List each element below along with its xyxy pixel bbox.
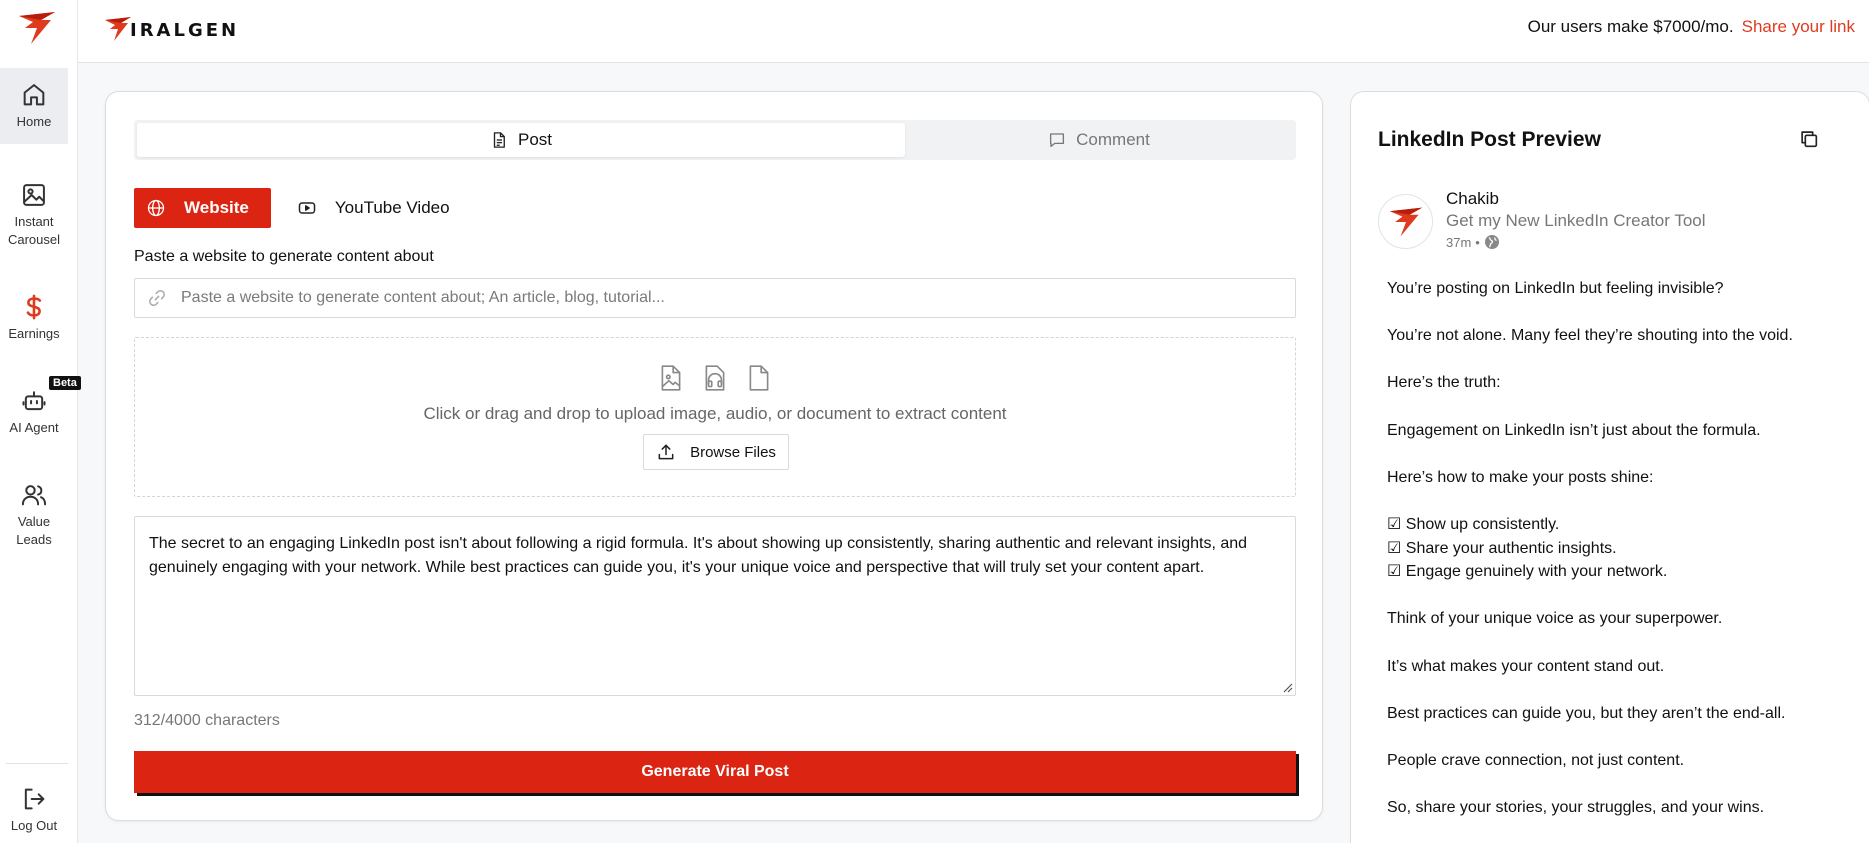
resize-handle-icon[interactable] xyxy=(1281,681,1293,693)
viralgen-avatar-icon xyxy=(1389,207,1422,236)
comment-icon xyxy=(1050,133,1065,148)
document-file-icon xyxy=(749,365,769,391)
brand-name: IRALGEN xyxy=(130,20,240,41)
home-icon xyxy=(23,84,45,106)
source-type-selector: Website YouTube Video xyxy=(134,188,472,228)
image-file-icon xyxy=(661,365,681,391)
logout-button[interactable]: Log Out xyxy=(0,776,68,843)
sidebar-item-label: Instant Carousel xyxy=(7,214,61,247)
post-meta: 37m • xyxy=(1446,234,1500,250)
post-body: You’re posting on LinkedIn but feeling i… xyxy=(1387,277,1849,820)
sidebar-item-instant-carousel[interactable]: Instant Carousel xyxy=(0,170,68,260)
sidebar-divider xyxy=(6,763,68,764)
source-website-button[interactable]: Website xyxy=(134,188,271,228)
author-headline: Get my New LinkedIn Creator Tool xyxy=(1446,211,1706,230)
dropzone-instructions: Click or drag and drop to upload image, … xyxy=(423,404,1007,423)
post-line: People crave connection, not just conten… xyxy=(1387,751,1685,769)
sidebar-item-home[interactable]: Home xyxy=(0,68,68,144)
browse-files-label: Browse Files xyxy=(690,443,776,461)
topbar-promo: Our users make $7000/mo. Share your link xyxy=(1528,17,1855,37)
youtube-icon xyxy=(298,202,316,214)
post-line: Here’s how to make your posts shine: xyxy=(1387,468,1654,486)
website-input-box xyxy=(134,278,1296,318)
post-line: ☑ Show up consistently. xyxy=(1387,515,1560,533)
tab-label: Post xyxy=(517,130,553,149)
upload-icon xyxy=(658,444,674,460)
post-line: So, share your stories, your struggles, … xyxy=(1387,799,1765,817)
sidebar-item-label: Value Leads xyxy=(16,514,52,547)
tab-post[interactable]: Post xyxy=(137,123,905,157)
generate-viral-post-button[interactable]: Generate Viral Post xyxy=(134,751,1296,793)
logout-icon xyxy=(24,788,45,810)
headphones-icon xyxy=(705,365,725,391)
post-line: It’s what makes your content stand out. xyxy=(1387,657,1665,675)
preview-title: LinkedIn Post Preview xyxy=(1378,128,1601,151)
source-label: YouTube Video xyxy=(334,198,450,217)
meta-separator: • xyxy=(1475,234,1480,250)
tab-bar: Post Comment xyxy=(134,120,1296,160)
brand-logo[interactable]: IRALGEN xyxy=(104,12,239,42)
post-line: Think of your unique voice as your super… xyxy=(1387,610,1723,628)
logout-label: Log Out xyxy=(10,818,58,833)
link-icon xyxy=(149,289,165,307)
globe-icon xyxy=(147,199,165,217)
website-field-label: Paste a website to generate content abou… xyxy=(134,248,434,265)
sidebar-item-label: Home xyxy=(16,114,52,129)
post-line: Engagement on LinkedIn isn’t just about … xyxy=(1387,421,1761,439)
post-line: You’re not alone. Many feel they’re shou… xyxy=(1387,327,1793,345)
robot-icon xyxy=(22,391,46,411)
sidebar-item-value-leads[interactable]: Value Leads xyxy=(0,470,68,560)
users-icon xyxy=(21,485,47,506)
tab-label: Comment xyxy=(1076,130,1150,149)
promo-text: Our users make $7000/mo. xyxy=(1527,17,1734,36)
website-url-input[interactable] xyxy=(181,289,1295,307)
sidebar-item-label: AI Agent xyxy=(9,420,59,435)
share-link[interactable]: Share your link xyxy=(1742,17,1855,36)
beta-badge: Beta xyxy=(49,376,81,390)
sidebar-item-earnings[interactable]: Earnings xyxy=(0,280,68,356)
avatar xyxy=(1378,194,1433,249)
post-time: 37m xyxy=(1446,234,1472,250)
content-text: The secret to an engaging LinkedIn post … xyxy=(149,535,1252,576)
author-name: Chakib xyxy=(1446,189,1499,208)
source-label: Website xyxy=(184,198,249,217)
source-youtube-button[interactable]: YouTube Video xyxy=(271,188,472,228)
content-textarea[interactable]: The secret to an engaging LinkedIn post … xyxy=(134,516,1296,696)
document-icon xyxy=(493,132,505,148)
browse-files-button[interactable]: Browse Files xyxy=(643,434,789,470)
viralgen-mark-icon xyxy=(105,17,131,41)
topbar: IRALGEN Our users make $7000/mo. Share yo… xyxy=(78,0,1869,63)
post-line: ☑ Share your authentic insights. xyxy=(1387,539,1617,557)
post-line: Best practices can guide you, but they a… xyxy=(1387,704,1786,722)
sidebar-item-label: Earnings xyxy=(8,326,60,341)
file-dropzone[interactable]: Click or drag and drop to upload image, … xyxy=(134,337,1296,497)
tab-comment[interactable]: Comment xyxy=(905,123,1293,157)
post-generator-card: Post Comment Website YouTube Video Paste… xyxy=(105,91,1323,821)
character-count: 312/4000 characters xyxy=(134,712,280,729)
viralgen-logo-icon[interactable] xyxy=(17,10,57,46)
upload-type-icons xyxy=(135,364,1295,392)
sidebar: Home Instant Carousel Earnings AI Agent … xyxy=(0,0,81,843)
copy-icon[interactable] xyxy=(1798,128,1820,150)
dollar-icon xyxy=(26,294,42,320)
post-line: ☑ Engage genuinely with your network. xyxy=(1387,563,1668,581)
post-line: Here’s the truth: xyxy=(1387,374,1501,392)
globe-icon xyxy=(1484,235,1499,249)
linkedin-preview-card: LinkedIn Post Preview Chakib Get my New … xyxy=(1350,91,1869,843)
image-icon xyxy=(23,184,45,206)
post-line: You’re posting on LinkedIn but feeling i… xyxy=(1387,280,1724,297)
